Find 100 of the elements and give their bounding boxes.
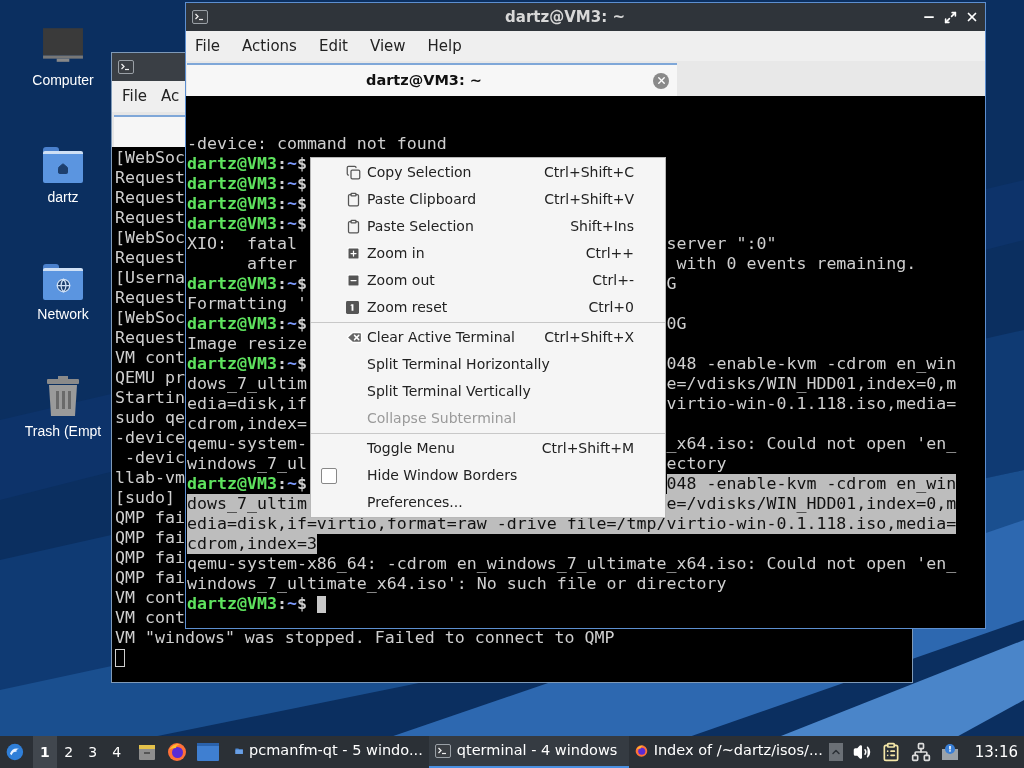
terminal-output-line: XIO: fatal — [187, 234, 297, 254]
terminal-output-line: Request — [115, 248, 185, 267]
trash-icon — [45, 375, 81, 417]
terminal-tab[interactable]: dartz@VM3: ~ — [187, 63, 677, 96]
terminal-icon — [192, 9, 208, 25]
terminal-output-line: VM "windows" was stopped. Failed to connect to QMP — [115, 628, 615, 647]
maximize-icon[interactable] — [944, 10, 957, 24]
taskbar-task[interactable]: pcmanfm-qt - 5 windo... — [228, 736, 429, 768]
terminal-output-line: QMP fai — [115, 508, 185, 527]
terminal-output-line: dows_7_ultim — [187, 374, 307, 394]
network-icon[interactable] — [910, 742, 931, 762]
shell-prompt: dartz@VM3:~$ — [187, 174, 307, 193]
window-icon[interactable] — [196, 743, 219, 761]
terminal-output-line: QMP fai — [115, 548, 185, 567]
desktop-icon-label[interactable]: Trash (Empt — [24, 421, 102, 442]
menu-item[interactable]: Paste Clipboard Ctrl+Shift+V — [311, 186, 665, 213]
terminal-output-line: VM cont — [115, 608, 185, 627]
zoom-in-icon — [346, 246, 361, 261]
close-icon[interactable] — [965, 10, 979, 24]
menu-item[interactable]: Paste Selection Shift+Ins — [311, 213, 665, 240]
terminal-output-line: sudo qe — [115, 408, 185, 427]
speaker-icon[interactable] — [852, 743, 871, 761]
checkbox[interactable] — [321, 467, 337, 484]
terminal-output-line: QMP fai — [115, 528, 185, 547]
desktop-switch[interactable]: 4 — [104, 736, 129, 768]
menu-item[interactable]: Copy Selection Ctrl+Shift+C — [311, 159, 665, 186]
taskbar-task[interactable]: Index of /~dartz/isos/... — [628, 736, 829, 768]
menu-item[interactable]: Preferences... — [311, 489, 665, 516]
network-folder-icon — [43, 264, 83, 300]
menu-item[interactable]: Hide Window Borders — [311, 462, 665, 489]
terminal-output-line: QMP fai — [115, 568, 185, 587]
desktop-switch[interactable]: 2 — [56, 736, 81, 768]
terminal-output-line: after — [245, 254, 297, 274]
menu-item[interactable]: Actions — [242, 34, 297, 58]
terminal-output-line: QEMU pr — [115, 368, 185, 387]
terminal-output-line: ectory — [666, 454, 727, 474]
firefox-icon[interactable] — [166, 742, 187, 762]
menu-item[interactable]: View — [369, 34, 406, 58]
terminal-output-line: Request — [115, 328, 185, 347]
menu-item[interactable]: File — [195, 34, 221, 58]
terminal-icon — [434, 743, 451, 759]
terminal-output-line: edia=disk,if=virtio,format=raw -drive file=/tmp/virtio-win-0.1.118.iso,media= — [187, 514, 957, 533]
menu-item[interactable]: Edit — [318, 34, 348, 58]
window-title: dartz@VM3: ~ — [504, 6, 626, 28]
terminal-output-line: Image resize — [187, 334, 307, 353]
terminal-output-line: Request — [115, 168, 185, 187]
shortcut-text: Ctrl+- — [592, 271, 634, 290]
notification-icon[interactable] — [940, 743, 959, 761]
tray-expand-icon[interactable] — [828, 743, 843, 761]
terminal-output-line: Startin — [115, 388, 185, 407]
menu-item[interactable]: Split Terminal Vertically — [311, 378, 665, 405]
copy-icon — [346, 165, 361, 180]
shortcut-text: Ctrl+Shift+V — [544, 190, 634, 209]
shell-prompt: dartz@VM3:~$ — [187, 154, 307, 173]
file-manager-icon[interactable] — [136, 742, 157, 762]
zoom-out-icon — [346, 273, 361, 288]
text-cursor — [115, 649, 125, 667]
shell-prompt: dartz@VM3:~$ — [187, 194, 307, 213]
clipboard-icon — [346, 219, 361, 234]
menu-item[interactable]: Zoom out Ctrl+- — [311, 267, 665, 294]
home-folder-icon — [43, 147, 83, 183]
terminal-output-line: edia=disk,if — [187, 394, 307, 414]
terminal-output-line: [WebSoc — [115, 228, 185, 247]
menu-item[interactable]: Clear Active Terminal Ctrl+Shift+X — [311, 324, 665, 351]
menu-item[interactable]: File — [122, 85, 148, 108]
terminal-output-line: VM cont — [115, 588, 185, 607]
taskbar-task[interactable]: qterminal - 4 windows — [428, 736, 629, 768]
menu-item[interactable]: Toggle Menu Ctrl+Shift+M — [311, 435, 665, 462]
terminal-output-line: server ":0" — [666, 234, 777, 254]
shortcut-text: Ctrl+Shift+X — [544, 328, 634, 347]
backspace-icon — [346, 329, 363, 346]
shell-prompt: dartz@VM3:~$ — [187, 474, 307, 494]
terminal-output-line: llab-vm — [115, 468, 185, 487]
menu-item[interactable]: Ac — [161, 85, 180, 108]
close-tab-icon[interactable] — [653, 72, 669, 89]
terminal-output-line: e=/vdisks/WIN_HDD01,index=0,m — [666, 374, 957, 394]
shortcut-text: Ctrl++ — [585, 244, 634, 263]
menu-item[interactable]: Zoom in Ctrl++ — [311, 240, 665, 267]
desktop-switch[interactable]: 1 — [32, 736, 57, 768]
shell-prompt: dartz@VM3:~$ — [187, 354, 307, 374]
desktop-icon-label[interactable]: Network — [37, 304, 89, 325]
terminal-output-line: windows_7_ultimate_x64.iso': No such file or directory — [187, 574, 727, 593]
desktop-icon-label[interactable]: Computer — [32, 70, 94, 91]
menu-item[interactable]: Help — [427, 34, 462, 58]
shortcut-text: Ctrl+Shift+C — [544, 163, 634, 182]
menu-item[interactable]: Split Terminal Horizontally — [311, 351, 665, 378]
desktop-icon-label[interactable]: dartz — [47, 187, 79, 208]
terminal-output-line: with 0 events remaining. — [675, 254, 917, 274]
menu-item[interactable]: Zoom reset Ctrl+0 — [311, 294, 665, 321]
terminal-output-line: _x64.iso: Could not open 'en_ — [666, 434, 957, 454]
terminal-output-line: dows_7_ultim — [187, 494, 307, 514]
terminal-output-line: [sudo] — [115, 488, 176, 507]
clock[interactable]: 13:16 — [974, 740, 1018, 764]
zoom-reset-icon — [346, 301, 359, 314]
clipboard-icon — [346, 192, 361, 207]
terminal-output-line: Request — [115, 288, 185, 307]
desktop-switch[interactable]: 3 — [80, 736, 105, 768]
terminal-output-line: Request — [115, 208, 185, 227]
terminal-output-line: [WebSoc — [115, 308, 185, 327]
terminal-output-line: 048 -enable-kvm -cdrom en_win — [666, 354, 957, 374]
